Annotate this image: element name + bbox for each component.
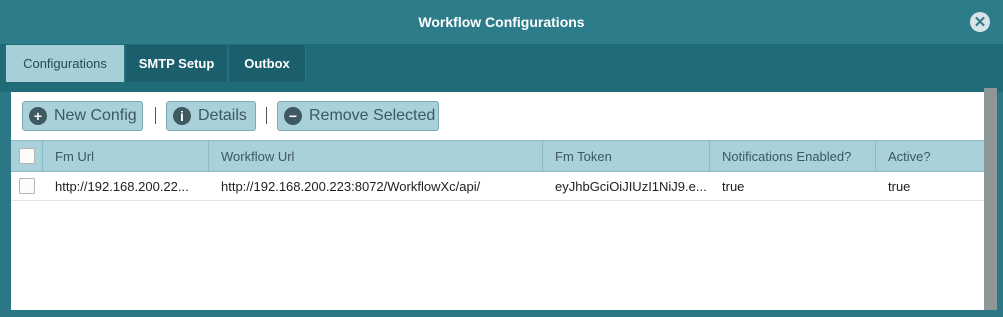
select-all-checkbox[interactable] [19,148,35,164]
column-header-fm-token[interactable]: Fm Token [543,141,710,171]
window-title: Workflow Configurations [418,14,585,30]
tab-label: Outbox [244,56,290,71]
cell-fm-url: http://192.168.200.22... [55,178,189,194]
column-header-notifications-enabled[interactable]: Notifications Enabled? [710,141,876,171]
window-bottom-border [0,310,1003,317]
info-circle-icon: i [173,107,191,125]
select-all-cell [11,141,43,171]
tab-label: Configurations [23,56,107,71]
column-header-label: Notifications Enabled? [722,148,852,164]
toolbar-separator [266,107,267,124]
remove-selected-button[interactable]: − Remove Selected [277,101,439,131]
column-header-active[interactable]: Active? [876,141,984,171]
tab-configurations[interactable]: Configurations [6,45,125,82]
grid-header: Fm Url Workflow Url Fm Token Notificatio… [11,140,984,172]
tab-outbox[interactable]: Outbox [229,45,306,82]
configurations-panel: + New Config i Details − Remove Selected… [11,92,984,310]
toolbar: + New Config i Details − Remove Selected [11,92,984,140]
new-config-label: New Config [54,107,137,124]
cell-fm-token: eyJhbGciOiJIUzI1NiJ9.e... [555,178,707,194]
column-header-label: Active? [888,148,931,164]
cell-notifications-enabled: true [722,178,745,194]
close-icon[interactable]: ✕ [970,12,990,32]
row-checkbox[interactable] [19,178,35,194]
table-row[interactable]: http://192.168.200.22... http://192.168.… [11,172,984,201]
window-title-bar: Workflow Configurations ✕ [0,0,1003,44]
vertical-scrollbar[interactable] [984,88,997,312]
column-header-label: Fm Token [555,148,612,164]
row-select-cell [11,172,43,200]
plus-circle-icon: + [29,107,47,125]
column-header-label: Fm Url [55,148,94,164]
minus-circle-icon: − [284,107,302,125]
column-header-label: Workflow Url [221,148,295,164]
cell-workflow-url: http://192.168.200.223:8072/WorkflowXc/a… [221,178,481,194]
tab-smtp-setup[interactable]: SMTP Setup [126,45,228,82]
tab-label: SMTP Setup [138,56,215,71]
tab-bar: Configurations SMTP Setup Outbox [0,44,1003,82]
tab-content-border [0,82,1003,92]
new-config-button[interactable]: + New Config [22,101,143,131]
details-button[interactable]: i Details [166,101,256,131]
column-header-fm-url[interactable]: Fm Url [43,141,209,171]
details-label: Details [198,107,247,124]
cell-active: true [888,178,911,194]
toolbar-separator [155,107,156,124]
remove-selected-label: Remove Selected [309,107,436,124]
column-header-workflow-url[interactable]: Workflow Url [209,141,543,171]
